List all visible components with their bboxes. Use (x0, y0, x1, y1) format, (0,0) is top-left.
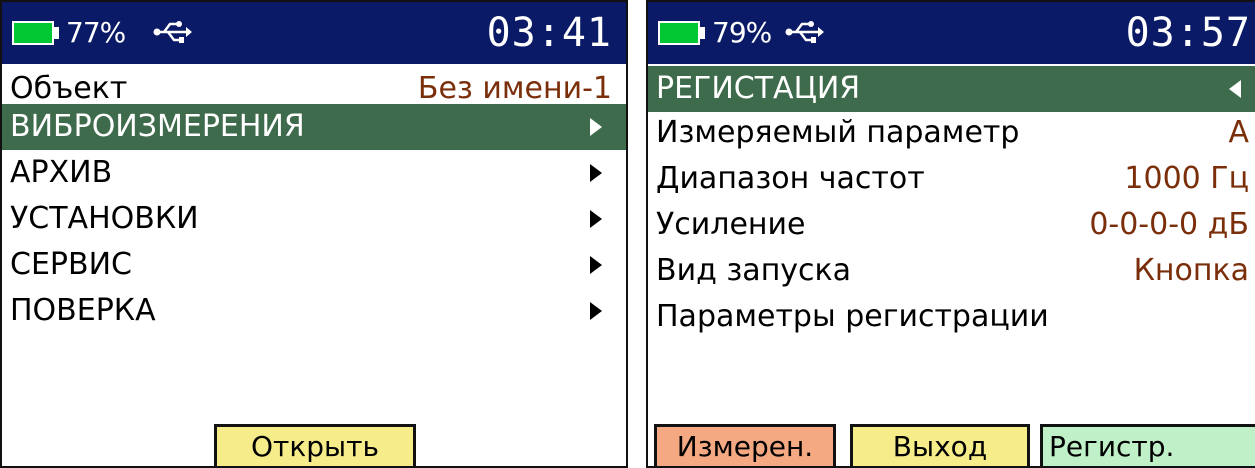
menu-item-label: ВИБРОИЗМЕРЕНИЯ (10, 109, 305, 144)
usb-icon (785, 21, 824, 43)
param-label: Усиление (656, 207, 806, 242)
menu-item-verification[interactable]: ПОВЕРКА (2, 288, 626, 334)
param-row-trigger[interactable]: Вид запуска Кнопка (648, 248, 1255, 294)
param-label: Вид запуска (656, 253, 852, 288)
menu-item-label: СЕРВИС (10, 247, 132, 282)
arrow-left-icon (1229, 80, 1241, 98)
arrow-right-icon (590, 118, 602, 136)
exit-button[interactable]: Выход (850, 424, 1030, 466)
status-bar: 79% 03:57 (648, 2, 1255, 64)
param-label: Измеряемый параметр (656, 115, 1020, 150)
arrow-right-icon (590, 302, 602, 320)
menu-item-service[interactable]: СЕРВИС (2, 242, 626, 288)
section-title: РЕГИСТАЦИЯ (656, 71, 861, 106)
usb-icon (153, 21, 192, 43)
clock: 03:41 (486, 10, 612, 56)
arrow-right-icon (590, 256, 602, 274)
status-bar: 77% 03:41 (2, 2, 626, 64)
arrow-right-icon (590, 164, 602, 182)
param-label: Параметры регистрации (656, 299, 1049, 334)
param-value: А (1228, 115, 1249, 150)
left-device-screen: 77% 03:41 Объект Без имени-1 ВИБРОИЗМЕРЕ… (0, 0, 628, 468)
menu-item-vibro[interactable]: ВИБРОИЗМЕРЕНИЯ (2, 104, 626, 150)
battery-percent: 79% (712, 16, 772, 49)
param-value: Кнопка (1133, 253, 1249, 288)
param-row-registration[interactable]: Параметры регистрации (648, 294, 1255, 340)
measure-button[interactable]: Измерен. (654, 424, 836, 466)
arrow-right-icon (590, 210, 602, 228)
battery-tip (54, 27, 59, 39)
right-device-screen: 79% 03:57 РЕГИСТАЦИЯ Измеряемый параметр… (646, 0, 1255, 468)
param-row-measured[interactable]: Измеряемый параметр А (648, 110, 1255, 156)
menu-item-label: АРХИВ (10, 155, 113, 190)
param-row-gain[interactable]: Усиление 0-0-0-0 дБ (648, 202, 1255, 248)
menu-item-label: УСТАНОВКИ (10, 201, 199, 236)
param-value: 0-0-0-0 дБ (1089, 207, 1249, 242)
battery-icon (658, 21, 700, 45)
menu-item-archive[interactable]: АРХИВ (2, 150, 626, 196)
register-button[interactable]: Регистр. (1040, 424, 1255, 466)
open-button[interactable]: Открыть (214, 424, 416, 466)
section-header[interactable]: РЕГИСТАЦИЯ (648, 66, 1255, 112)
menu-item-label: ПОВЕРКА (10, 293, 156, 328)
param-label: Диапазон частот (656, 161, 925, 196)
battery-tip (700, 27, 705, 39)
param-value: 1000 Гц (1124, 161, 1249, 196)
param-row-frequency[interactable]: Диапазон частот 1000 Гц (648, 156, 1255, 202)
battery-percent: 77% (66, 16, 126, 49)
clock: 03:57 (1125, 10, 1251, 56)
battery-icon (12, 21, 54, 45)
menu-item-settings[interactable]: УСТАНОВКИ (2, 196, 626, 242)
